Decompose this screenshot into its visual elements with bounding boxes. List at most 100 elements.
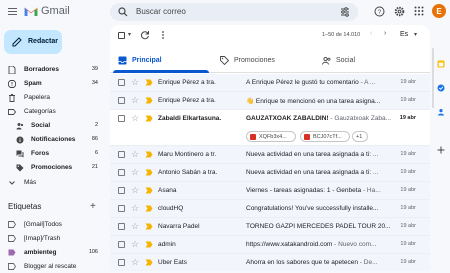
sidebar-item-notifications[interactable]: Notificaciones 86	[0, 133, 104, 146]
star-icon[interactable]: ☆	[131, 149, 139, 160]
email-row[interactable]: ☆ Navarra Padel TORNEO GAZPI MERCEDES PADE…	[110, 218, 430, 236]
tab-promociones[interactable]: Promociones	[212, 48, 314, 73]
tasks-icon[interactable]	[437, 108, 445, 116]
pagination-range: 1–50 de 14.010	[322, 32, 361, 38]
add-addon-icon[interactable]	[437, 146, 445, 154]
label-count: 106	[88, 249, 98, 255]
select-all-checkbox[interactable]	[118, 32, 125, 39]
filter-options-icon[interactable]	[340, 7, 350, 17]
sidebar-item-social[interactable]: Social 2	[0, 119, 104, 132]
label-item[interactable]: Blogger al rescate	[0, 260, 104, 273]
email-snippet: - De...	[358, 259, 378, 266]
email-row[interactable]: ☆ admin https://www.xatakandroid.com - Nue…	[110, 236, 430, 254]
row-checkbox[interactable]	[118, 205, 125, 212]
apps-grid-icon[interactable]	[414, 6, 424, 16]
sidebar-item-trash[interactable]: Papelera	[0, 91, 104, 104]
sidebar-item-categories[interactable]: Categorías	[0, 105, 104, 118]
importance-marker-icon[interactable]	[145, 259, 153, 266]
info-icon	[16, 136, 24, 144]
search-input[interactable]: Buscar correo	[136, 7, 186, 16]
chevron-left-icon[interactable]: ‹	[370, 30, 372, 37]
label-item[interactable]: [Gmail]Todos	[0, 218, 104, 231]
email-subject-line: Ahorra en los sabores que te apetecen - …	[246, 259, 392, 266]
importance-marker-icon[interactable]	[145, 97, 153, 104]
settings-gear-icon[interactable]	[394, 6, 405, 17]
row-checkbox[interactable]	[118, 115, 125, 122]
star-icon[interactable]: ☆	[131, 95, 139, 106]
importance-marker-icon[interactable]	[145, 223, 153, 230]
star-icon[interactable]: ☆	[131, 167, 139, 178]
star-icon[interactable]: ☆	[131, 239, 139, 250]
sidebar-item-count: 21	[91, 164, 98, 170]
email-row[interactable]: ☆ Enrique Pérez a tra. 👋 Enrique te mencio…	[110, 92, 430, 110]
star-icon[interactable]: ☆	[131, 185, 139, 196]
star-icon[interactable]: ☆	[131, 257, 139, 268]
email-row[interactable]: ☆ cloudHQ Congratulations! You've successf…	[110, 200, 430, 218]
row-checkbox[interactable]	[118, 223, 125, 230]
email-row[interactable]: ☆ Asana Viernes - tareas asignadas: 1 - Ge…	[110, 182, 430, 200]
help-icon[interactable]: ?	[374, 6, 385, 17]
label-item[interactable]: ambienteg 106	[0, 246, 104, 259]
sidebar-item-drafts[interactable]: Borradores 39	[0, 63, 104, 76]
email-row[interactable]: ☆ Uber Eats Ahorra en los sabores que te a…	[110, 254, 430, 271]
email-snippet: ...	[371, 151, 379, 158]
more-attachments-chip[interactable]: +1	[352, 131, 368, 142]
star-icon[interactable]: ☆	[131, 77, 139, 88]
importance-marker-icon[interactable]	[145, 169, 153, 176]
account-avatar[interactable]: E	[432, 4, 446, 18]
label-item[interactable]: [Imap]/Trash	[0, 232, 104, 245]
importance-marker-icon[interactable]	[145, 241, 153, 248]
add-label-icon[interactable]: +	[90, 201, 96, 212]
menu-icon[interactable]	[8, 8, 17, 15]
tab-social[interactable]: Social	[314, 48, 416, 73]
star-icon[interactable]: ☆	[131, 203, 139, 214]
more-options-icon[interactable]	[158, 30, 168, 40]
sidebar-more[interactable]: Más	[0, 176, 104, 189]
email-row[interactable]: ☆ Maru Montinero a tr. Nueva actividad en …	[110, 146, 430, 164]
calendar-icon[interactable]	[437, 60, 445, 68]
compose-button[interactable]: Redactar	[4, 30, 62, 54]
row-checkbox[interactable]	[118, 259, 125, 266]
email-row[interactable]: ☆ Enrique Pérez a tra. A Enrique Pérez le …	[110, 74, 430, 92]
sidebar-item-forums[interactable]: Foros 6	[0, 147, 104, 160]
refresh-icon[interactable]	[140, 30, 150, 40]
row-checkbox[interactable]	[118, 97, 125, 104]
importance-marker-icon[interactable]	[145, 205, 153, 212]
select-dropdown-icon[interactable]: ▾	[128, 31, 131, 38]
sidebar-item-spam[interactable]: Spam 34	[0, 77, 104, 90]
row-checkbox[interactable]	[118, 187, 125, 194]
sidebar-item-count: 34	[91, 80, 98, 86]
row-checkbox[interactable]	[118, 151, 125, 158]
draft-icon	[8, 66, 16, 74]
scrollbar[interactable]	[432, 48, 434, 108]
inbox-panel: ▾ 1–50 de 14.010 ‹ › Es ▾ Principal Prom…	[110, 25, 430, 271]
pdf-file-icon	[250, 134, 256, 140]
input-language-selector[interactable]: Es	[400, 31, 408, 38]
row-checkbox[interactable]	[118, 169, 125, 176]
star-icon[interactable]: ☆	[131, 113, 139, 124]
chevron-down-icon[interactable]: ▾	[414, 31, 417, 38]
chevron-right-icon[interactable]: ›	[384, 30, 386, 37]
email-snippet: - Gauzatxoak Zaba...	[328, 115, 392, 122]
star-icon[interactable]: ☆	[131, 221, 139, 232]
tab-principal[interactable]: Principal	[110, 48, 212, 73]
row-checkbox[interactable]	[118, 241, 125, 248]
importance-marker-icon[interactable]	[145, 115, 153, 122]
gmail-m-icon	[24, 7, 38, 16]
gmail-logo[interactable]: Gmail	[24, 5, 70, 17]
label-tag-icon	[8, 235, 16, 242]
sidebar-item-promotions[interactable]: Promociones 21	[0, 161, 104, 174]
attachment-chip[interactable]: BCJ07cTf...	[300, 131, 350, 142]
search-bar[interactable]: Buscar correo	[110, 3, 358, 21]
keep-icon[interactable]	[437, 84, 445, 92]
email-subject-line: Congratulations! You've successfully ins…	[246, 205, 392, 212]
row-checkbox[interactable]	[118, 79, 125, 86]
importance-marker-icon[interactable]	[145, 79, 153, 86]
importance-marker-icon[interactable]	[145, 187, 153, 194]
attachment-chip[interactable]: XQFb3x4...	[246, 131, 296, 142]
search-icon[interactable]	[118, 7, 128, 17]
email-row[interactable]: ☆ Antonio Sabán a tra. Nueva actividad en …	[110, 164, 430, 182]
app-name: Gmail	[41, 5, 70, 17]
email-row[interactable]: ☆ Zabaldi Elkartasuna. GAUZATXOAK ZABALDIN…	[110, 110, 430, 146]
importance-marker-icon[interactable]	[145, 151, 153, 158]
